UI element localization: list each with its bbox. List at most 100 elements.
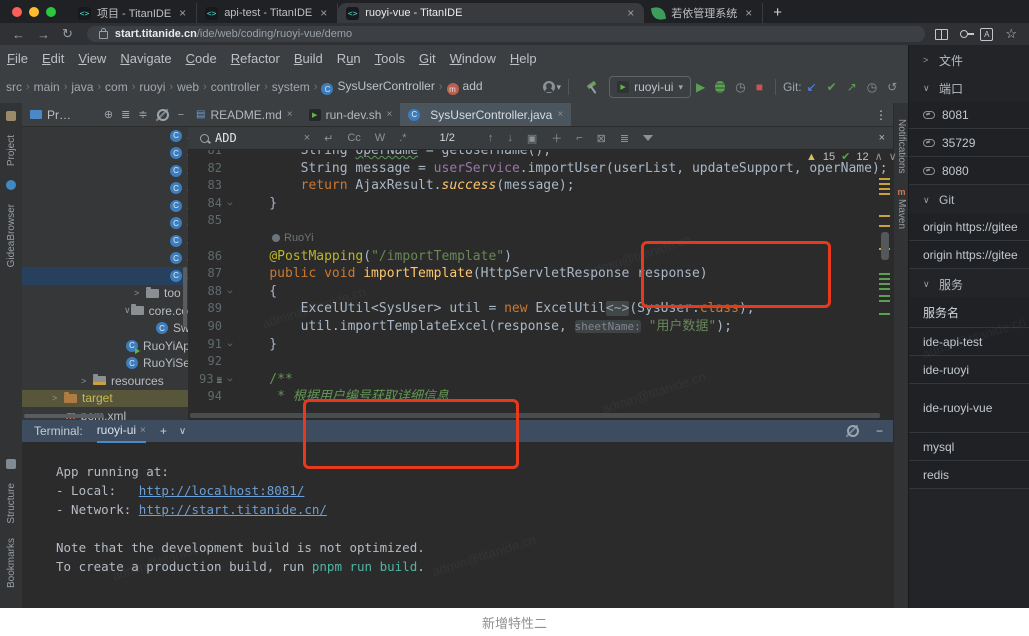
tree-item-swa[interactable]: CSwa (22, 320, 188, 338)
sidebar-item-origin-https---gitee[interactable]: origin https://gitee (909, 213, 1029, 241)
tree-item-too[interactable]: >too (22, 285, 188, 303)
browser-tab[interactable]: <>api-test - TitanIDE× (197, 3, 338, 23)
tree-item-s[interactable]: CS (22, 232, 188, 250)
sidebar-section-header[interactable]: ∨端口 (909, 75, 1029, 101)
tree-item-s[interactable]: CS (22, 250, 188, 268)
breadcrumb-item[interactable]: ruoyi (139, 80, 165, 94)
sidebar-item-ide-ruoyi-vue[interactable]: ide-ruoyi-vue (909, 384, 1029, 433)
chevron-right-icon[interactable]: > (52, 393, 64, 403)
next-error-icon[interactable]: ∨ (889, 150, 897, 163)
git-update-button[interactable]: ↙ (807, 80, 817, 94)
code-line[interactable]: 90 util.importTemplateExcel(response, sh… (188, 318, 893, 336)
toolwindow-notifications[interactable]: Notifications (896, 119, 907, 173)
fold-marker-icon[interactable]: ⌵ (222, 195, 238, 213)
prev-error-icon[interactable]: ∧ (875, 150, 883, 163)
tab-close-icon[interactable]: × (386, 109, 392, 120)
toolwindow-project[interactable]: Project (6, 135, 17, 166)
add-occurrence-button[interactable]: ＋ (551, 130, 562, 146)
tab-close-icon[interactable]: × (557, 109, 563, 120)
menu-item-view[interactable]: View (71, 51, 113, 66)
whole-words-toggle[interactable]: W (375, 132, 385, 144)
minimize-window-button[interactable] (29, 7, 39, 17)
menu-item-help[interactable]: Help (503, 51, 544, 66)
tree-item-ruoyiapp[interactable]: CRuoYiApp (22, 337, 188, 355)
close-window-button[interactable] (12, 7, 22, 17)
browser-tab[interactable]: <>ruoyi-vue - TitanIDE× (338, 3, 644, 23)
breadcrumb-item[interactable]: src (6, 80, 22, 94)
sidebar-section-header[interactable]: >文件 (909, 47, 1029, 73)
new-terminal-button[interactable]: + (160, 424, 167, 438)
git-commit-button[interactable]: ✔ (827, 80, 837, 94)
inspections-widget[interactable]: ▲ 15 ✔ 12 ∧ ∨ (806, 150, 897, 163)
tree-item-ruoyiser[interactable]: CRuoYiSer (22, 355, 188, 373)
terminal-link[interactable]: http://localhost:8081/ (139, 483, 305, 498)
filter-funnel-icon[interactable] (643, 135, 653, 141)
user-avatar[interactable] (543, 81, 555, 93)
git-rollback-button[interactable]: ↺ (887, 80, 897, 94)
search-options-icon[interactable]: ≣ (620, 132, 629, 145)
build-hammer-icon[interactable] (586, 81, 599, 94)
menu-item-window[interactable]: Window (443, 51, 503, 66)
bookmark-star-icon[interactable]: ☆ (1005, 26, 1017, 42)
fold-marker-icon[interactable]: ⌵ (222, 371, 238, 389)
prev-occurrence-button[interactable]: ↑ (488, 132, 494, 144)
run-button[interactable]: ▶ (696, 80, 705, 94)
chevron-right-icon[interactable]: > (134, 288, 146, 298)
editor-horizontal-scrollbar[interactable] (190, 413, 880, 418)
code-line[interactable]: 85 (188, 212, 893, 230)
forward-button[interactable]: → (37, 27, 50, 42)
tree-item-s[interactable]: CS (22, 145, 188, 163)
exclude-occurrence-button[interactable]: ⌐ (576, 132, 582, 144)
sidebar-item-35729[interactable]: 35729 (909, 129, 1029, 157)
hide-panel-icon[interactable]: − (178, 109, 184, 121)
back-button[interactable]: ← (12, 27, 25, 42)
editor-tab-readme-md[interactable]: ▤README.md× (188, 103, 301, 126)
fold-marker-icon[interactable]: ⌵ (222, 336, 238, 354)
breadcrumb-item[interactable]: web (177, 80, 199, 94)
regex-toggle[interactable]: .* (399, 132, 406, 144)
breadcrumb-item[interactable]: system (272, 80, 310, 94)
profiler-button[interactable]: ◷ (735, 80, 745, 94)
menu-item-edit[interactable]: Edit (35, 51, 71, 66)
new-tab-button[interactable]: + (763, 3, 792, 23)
menu-item-run[interactable]: Run (330, 51, 368, 66)
breadcrumb-item[interactable]: controller (211, 80, 260, 94)
expand-all-icon[interactable]: ≣ (121, 108, 130, 121)
sidebar-item-origin-https---gitee[interactable]: origin https://gitee (909, 241, 1029, 269)
panel-settings-gear-icon[interactable] (157, 109, 169, 121)
tree-item-s[interactable]: CS (22, 162, 188, 180)
terminal-tab-close-icon[interactable]: × (140, 425, 146, 436)
reload-button[interactable]: ↻ (62, 26, 73, 42)
breadcrumb-item[interactable]: main (34, 80, 60, 94)
menu-item-file[interactable]: File (0, 51, 35, 66)
breadcrumb-item[interactable]: com (105, 80, 128, 94)
match-case-toggle[interactable]: Cc (347, 132, 360, 144)
breadcrumb-class[interactable]: CSysUserController (321, 79, 434, 96)
translate-icon[interactable]: A (980, 28, 993, 41)
tab-close-icon[interactable]: × (177, 6, 188, 20)
editor-tab-sysusercontroller-java[interactable]: CSysUserController.java× (400, 103, 571, 126)
editor-vertical-scrollbar[interactable] (881, 232, 889, 260)
tab-close-icon[interactable]: × (743, 6, 754, 20)
tree-item-target[interactable]: >target (22, 390, 188, 408)
code-line[interactable]: 94 * 根据用户编号获取详细信息 (188, 388, 893, 406)
search-clear-icon[interactable]: × (304, 132, 310, 144)
tree-item-resources[interactable]: >resources (22, 372, 188, 390)
next-occurrence-button[interactable]: ↓ (507, 132, 513, 144)
code-line[interactable]: 93≣⌵ /** (188, 371, 893, 389)
breadcrumb-method[interactable]: madd (447, 79, 483, 96)
menu-item-git[interactable]: Git (412, 51, 443, 66)
menu-item-navigate[interactable]: Navigate (113, 51, 178, 66)
select-all-occurrences-button[interactable]: ▣ (527, 132, 537, 145)
menu-item-code[interactable]: Code (179, 51, 224, 66)
tree-item-s[interactable]: CS (22, 180, 188, 198)
select-occurrences-button[interactable]: ⊠ (597, 132, 606, 145)
tree-item-s[interactable]: CS (22, 127, 188, 145)
code-line[interactable]: 83 return AjaxResult.success(message); (188, 177, 893, 195)
breadcrumb-item[interactable]: java (71, 80, 93, 94)
chevron-right-icon[interactable]: > (81, 376, 93, 386)
menu-item-build[interactable]: Build (287, 51, 330, 66)
sidebar-section-header[interactable]: ∨Git (909, 187, 1029, 213)
git-push-button[interactable]: ↗ (847, 80, 857, 94)
browser-tab[interactable]: 若依管理系统× (644, 3, 763, 23)
